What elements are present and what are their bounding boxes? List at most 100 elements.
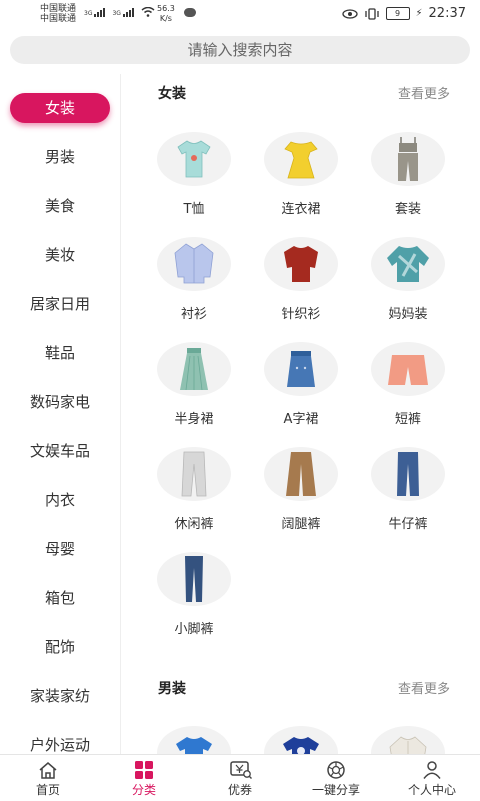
sidebar-item-beauty[interactable]: 美妆	[0, 240, 120, 270]
sidebar-item-label: 户外运动	[29, 736, 90, 754]
sidebar-item-label: 母婴	[44, 540, 75, 558]
category-item-men-2[interactable]	[256, 726, 346, 754]
shirt-icon	[174, 243, 214, 284]
sidebar-item-textiles[interactable]: 家装家纺	[0, 681, 120, 711]
category-item-skinny-pants[interactable]: 小脚裤	[149, 552, 239, 637]
sidebar-item-men[interactable]: 男装	[0, 142, 120, 172]
sidebar-item-label: 居家日用	[29, 295, 90, 313]
item-label: 阔腿裤	[281, 517, 321, 532]
item-image	[371, 342, 445, 396]
category-item-wide-leg-pants[interactable]: 阔腿裤	[256, 447, 346, 532]
category-item-mom-wear[interactable]: 妈妈装	[363, 237, 453, 322]
category-item-suit[interactable]: 套装	[363, 132, 453, 217]
sidebar-item-label: 男装	[44, 148, 75, 166]
category-sidebar: 女装 男装 美食 美妆 居家日用 鞋品 数码家电 文娱车品 内衣 母婴 箱包 配…	[0, 74, 121, 754]
sidebar-item-shoes[interactable]: 鞋品	[0, 338, 120, 368]
wifi-icon	[141, 7, 155, 17]
sidebar-item-label: 配饰	[44, 638, 75, 656]
tab-category[interactable]: 分类	[96, 755, 192, 801]
jeans-icon	[397, 452, 419, 496]
category-item-jeans[interactable]: 牛仔裤	[363, 447, 453, 532]
item-image	[371, 132, 445, 186]
item-image	[371, 237, 445, 291]
category-item-men-1[interactable]	[149, 726, 239, 754]
item-image	[157, 552, 231, 606]
sidebar-item-digital[interactable]: 数码家电	[0, 387, 120, 417]
sidebar-item-label: 美妆	[44, 246, 75, 264]
item-label: 短裤	[394, 412, 421, 427]
sidebar-item-accessories[interactable]: 配饰	[0, 632, 120, 662]
search-bar[interactable]: 请输入搜索内容	[10, 36, 470, 64]
tab-profile[interactable]: 个人中心	[384, 755, 480, 801]
view-more-women[interactable]: 查看更多	[398, 83, 450, 102]
item-image	[264, 132, 338, 186]
item-label: 妈妈装	[388, 307, 428, 322]
sidebar-item-label: 鞋品	[44, 344, 75, 362]
sidebar-item-entertainment[interactable]: 文娱车品	[0, 436, 120, 466]
item-label: 休闲裤	[174, 517, 214, 532]
sidebar-item-label: 文娱车品	[29, 442, 90, 460]
navy-tshirt-icon	[283, 737, 319, 754]
item-label: 牛仔裤	[388, 517, 428, 532]
category-icon	[135, 761, 153, 779]
tab-label: 个人中心	[407, 783, 456, 797]
view-more-men[interactable]: 查看更多	[398, 678, 450, 697]
sidebar-item-food[interactable]: 美食	[0, 191, 120, 221]
item-image	[264, 726, 338, 754]
sidebar-item-label: 箱包	[44, 589, 75, 607]
network-speed: 56.3 K/s	[157, 4, 175, 24]
share-icon	[327, 761, 345, 779]
sidebar-item-underwear[interactable]: 内衣	[0, 485, 120, 515]
item-label: 半身裙	[174, 412, 214, 427]
skirt-icon	[180, 348, 208, 391]
sidebar-item-home[interactable]: 居家日用	[0, 289, 120, 319]
category-item-tshirt[interactable]: T恤	[149, 132, 239, 217]
blue-tshirt-icon	[176, 737, 212, 754]
speed-value: 56.3	[157, 4, 175, 13]
category-item-dress[interactable]: 连衣裙	[256, 132, 346, 217]
tab-home[interactable]: 首页	[0, 755, 96, 801]
item-image	[371, 726, 445, 754]
sidebar-item-baby[interactable]: 母婴	[0, 534, 120, 564]
tshirt-icon	[177, 140, 211, 178]
category-item-men-3[interactable]	[363, 726, 453, 754]
item-label: T恤	[183, 202, 205, 217]
item-image	[371, 447, 445, 501]
category-item-shorts[interactable]: 短裤	[363, 342, 453, 427]
network-type-2: 3G	[112, 10, 121, 17]
category-content: 女装 查看更多 T恤 连衣裙 套装 衬衫 针织衫 妈妈装 半身裙 A字裙 短裤 …	[128, 74, 480, 754]
mom-top-icon	[387, 246, 429, 282]
category-item-skirt[interactable]: 半身裙	[149, 342, 239, 427]
item-label: 套装	[394, 202, 421, 217]
section-title-women: 女装	[158, 86, 186, 102]
signal-indicators: 3G 3G	[84, 7, 155, 17]
bottom-tab-bar: 首页 分类 优券 一键分享 个人中心	[0, 754, 480, 801]
tab-share[interactable]: 一键分享	[288, 755, 384, 801]
item-image	[157, 132, 231, 186]
tab-label: 一键分享	[311, 783, 360, 797]
category-item-knitwear[interactable]: 针织衫	[256, 237, 346, 322]
section-title-men: 男装	[158, 681, 186, 697]
sidebar-item-women[interactable]: 女装	[10, 93, 110, 123]
item-image	[264, 342, 338, 396]
item-image	[157, 237, 231, 291]
category-item-casual-pants[interactable]: 休闲裤	[149, 447, 239, 532]
tab-coupon[interactable]: 优券	[192, 755, 288, 801]
battery-icon: 9	[385, 7, 410, 20]
jacket-icon	[389, 736, 427, 754]
signal-bars-icon	[122, 8, 134, 17]
message-icon	[184, 8, 196, 17]
tab-label: 分类	[131, 783, 156, 797]
category-item-shirt[interactable]: 衬衫	[149, 237, 239, 322]
user-icon	[423, 761, 441, 779]
tab-label: 优券	[227, 783, 252, 797]
eye-icon	[341, 8, 358, 19]
category-item-a-line-skirt[interactable]: A字裙	[256, 342, 346, 427]
casual-pants-icon	[181, 451, 207, 497]
suit-icon	[398, 137, 418, 181]
item-label: 衬衫	[180, 307, 207, 322]
item-label: 连衣裙	[281, 202, 321, 217]
item-image	[157, 342, 231, 396]
sidebar-item-bags[interactable]: 箱包	[0, 583, 120, 613]
item-image	[264, 237, 338, 291]
